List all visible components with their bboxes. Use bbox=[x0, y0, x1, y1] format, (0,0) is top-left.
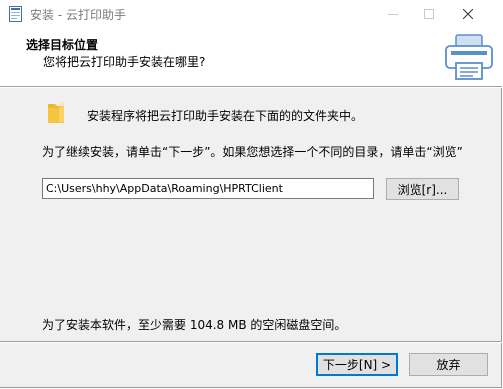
next-button[interactable]: 下一步[N] > bbox=[316, 353, 398, 376]
install-path-input[interactable] bbox=[42, 178, 374, 199]
disk-space-text: 为了安装本软件，至少需要 104.8 MB 的空闲磁盘空间。 bbox=[42, 318, 347, 332]
close-icon bbox=[463, 9, 473, 19]
browse-button[interactable]: 浏览[r]... bbox=[386, 178, 459, 200]
wizard-header: 选择目标位置 您将把云打印助手安装在哪里? bbox=[0, 28, 502, 87]
minimize-button[interactable] bbox=[376, 0, 410, 28]
instruction-text: 为了继续安装，请单击“下一步”。如果您想选择一个不同的目录，请单击“浏览” bbox=[42, 145, 463, 159]
maximize-icon bbox=[424, 9, 434, 19]
window-title: 安装 - 云打印助手 bbox=[30, 8, 126, 22]
title-bar[interactable]: 安装 - 云打印助手 bbox=[0, 0, 502, 28]
printer-icon bbox=[445, 34, 493, 80]
header-divider bbox=[0, 87, 502, 88]
maximize-button[interactable] bbox=[412, 0, 446, 28]
installer-app-icon bbox=[9, 6, 22, 22]
cancel-button[interactable]: 放弃 bbox=[409, 353, 488, 376]
folder-icon bbox=[48, 102, 64, 123]
installer-window: 安装 - 云打印助手 选择目标位置 您将把云打印助手安装在哪里? 安装程序将把云… bbox=[0, 0, 502, 388]
minimize-icon bbox=[388, 14, 398, 15]
close-button[interactable] bbox=[451, 0, 485, 28]
footer-divider-highlight bbox=[0, 342, 502, 343]
page-title: 选择目标位置 bbox=[26, 38, 99, 52]
page-subtitle: 您将把云打印助手安装在哪里? bbox=[43, 55, 206, 69]
install-location-text: 安装程序将把云打印助手安装在下面的的文件夹中。 bbox=[87, 109, 364, 123]
